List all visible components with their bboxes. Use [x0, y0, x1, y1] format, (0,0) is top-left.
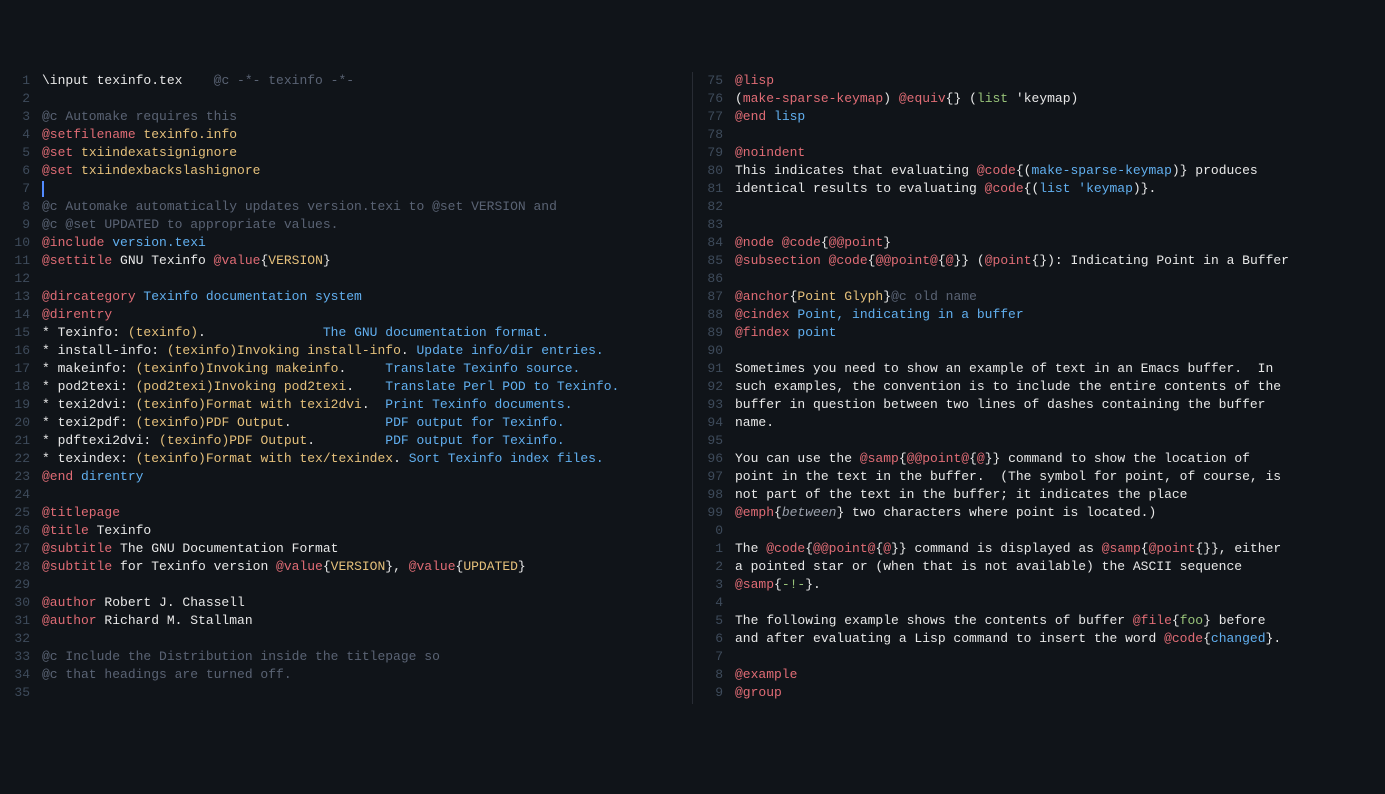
left-gutter: 1234567891011121314151617181920212223242… [0, 72, 42, 704]
right-code-area[interactable]: @lisp(make-sparse-keymap) @equiv{} (list… [735, 72, 1385, 704]
left-editor-pane[interactable]: 1234567891011121314151617181920212223242… [0, 72, 693, 704]
right-editor-pane[interactable]: 7576777879808182838485868788899091929394… [693, 72, 1385, 704]
left-code-area[interactable]: \input texinfo.tex @c -*- texinfo -*-@c … [42, 72, 692, 704]
right-gutter: 7576777879808182838485868788899091929394… [693, 72, 735, 704]
editor-split-view: 1234567891011121314151617181920212223242… [0, 72, 1385, 704]
